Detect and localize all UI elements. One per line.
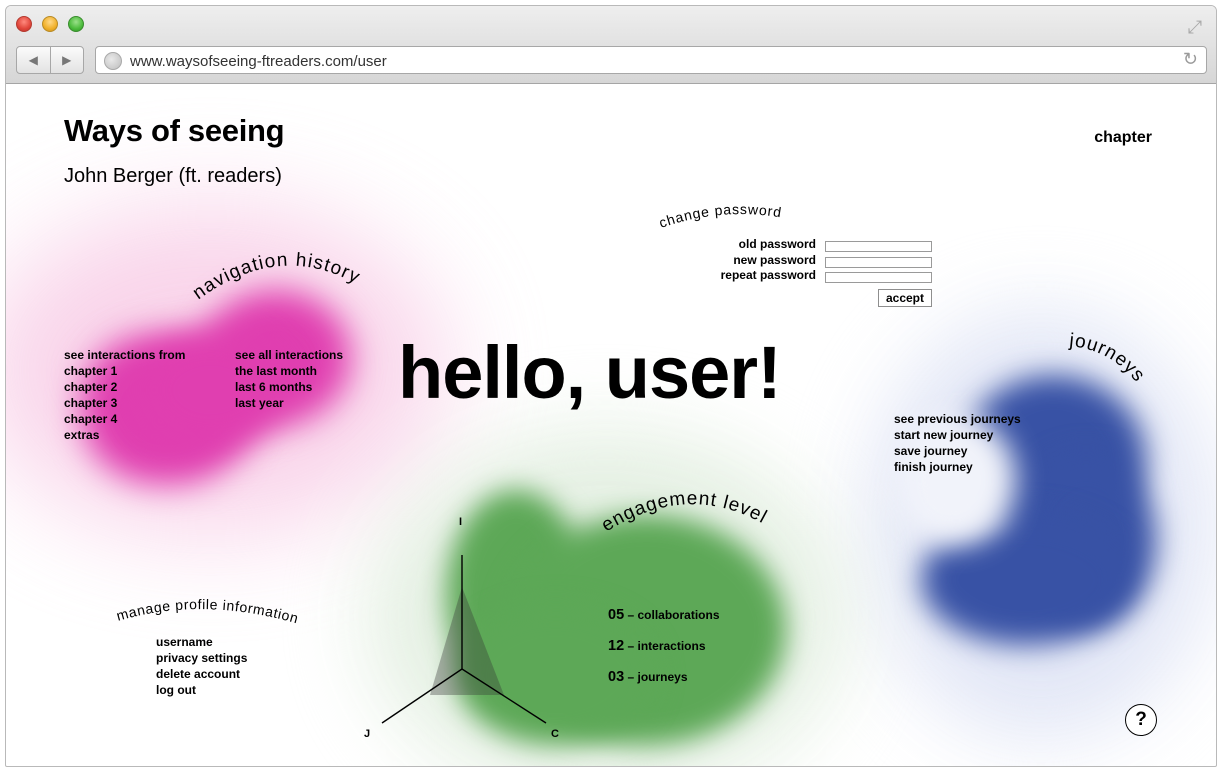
fullscreen-icon[interactable]: ⤢ (1184, 16, 1206, 38)
radar-axis-j (381, 668, 463, 724)
old-password-field[interactable] (825, 241, 932, 252)
reload-icon[interactable]: ↻ (1183, 49, 1198, 70)
navigation-periods-list: see all interactions the last month last… (235, 347, 343, 411)
chapter-2-link[interactable]: chapter 2 (64, 379, 185, 395)
all-interactions-label: see all interactions (235, 348, 344, 362)
manage-profile-list: username privacy settings delete account… (156, 634, 247, 698)
svg-text:change password: change password (657, 201, 783, 231)
last-year-link[interactable]: last year (235, 395, 343, 411)
axis-label-c: C (551, 728, 559, 740)
journeys-list: see previous journeys start new journey … (894, 411, 1021, 475)
old-password-label: old password (738, 237, 816, 251)
zoom-window-button[interactable] (68, 16, 84, 32)
password-labels: old password new password repeat passwor… (706, 237, 816, 284)
username-link[interactable]: username (156, 634, 247, 650)
repeat-password-label: repeat password (720, 268, 816, 282)
change-password-label: change password (657, 201, 782, 231)
new-password-field[interactable] (825, 256, 932, 268)
extras-link[interactable]: extras (64, 427, 185, 443)
chapter-link[interactable]: chapter (1094, 129, 1152, 147)
page-content: Ways of seeing John Berger (ft. readers)… (6, 85, 1216, 766)
forward-arrow-icon[interactable]: ▶ (49, 47, 84, 73)
content-layer: Ways of seeing John Berger (ft. readers)… (6, 85, 1216, 766)
repeat-password-field[interactable] (825, 272, 932, 283)
accept-button[interactable]: accept (878, 289, 932, 307)
chapter-4-link[interactable]: chapter 4 (64, 411, 185, 427)
help-button[interactable]: ? (1125, 704, 1157, 736)
journeys-heading: journeys (1068, 330, 1150, 386)
engagement-radar: I J C (364, 516, 559, 740)
journeys-label: journeys (1068, 330, 1149, 386)
save-journey-link[interactable]: save journey (894, 443, 1021, 459)
navigation-chapters-list: see interactions from chapter 1 chapter … (64, 347, 185, 443)
history-buttons: ◀ ▶ (16, 46, 84, 74)
start-journey-link[interactable]: start new journey (894, 427, 1021, 443)
journeys-stat: 03 – journeys (608, 669, 688, 685)
radar-axis-c (461, 668, 547, 724)
last-month-link[interactable]: the last month (235, 363, 343, 379)
navigation-history-heading: navigation history (189, 250, 364, 304)
svg-text:engagement level: engagement level (598, 488, 771, 536)
change-password-heading: change password (657, 201, 783, 231)
site-subtitle: John Berger (ft. readers) (64, 165, 282, 187)
delete-account-link[interactable]: delete account (156, 666, 247, 682)
minimize-window-button[interactable] (42, 16, 58, 32)
engagement-stats: 05 – collaborations 12 – interactions 03… (608, 600, 720, 693)
svg-text:manage profile information: manage profile information (115, 596, 301, 626)
collaborations-stat: 05 – collaborations (608, 607, 720, 623)
new-password-label: new password (733, 252, 816, 267)
globe-icon (104, 52, 122, 70)
axis-label-j: J (364, 728, 370, 740)
radar-area (430, 587, 504, 695)
axis-label-i: I (459, 516, 462, 528)
privacy-settings-link[interactable]: privacy settings (156, 650, 247, 666)
chapter-3-link[interactable]: chapter 3 (64, 395, 185, 411)
back-arrow-icon[interactable]: ◀ (17, 47, 50, 73)
engagement-level-heading: engagement level (598, 488, 771, 536)
last-6-months-link[interactable]: last 6 months (235, 379, 343, 395)
manage-profile-label: manage profile information (115, 596, 300, 626)
engagement-level-label: engagement level (598, 488, 770, 536)
close-window-button[interactable] (16, 16, 32, 32)
browser-toolbar: ⤢ ◀ ▶ www.waysofseeing-ftreaders.com/use… (6, 6, 1216, 84)
browser-window: ⤢ ◀ ▶ www.waysofseeing-ftreaders.com/use… (5, 5, 1217, 767)
interactions-from-label: see interactions from (64, 348, 186, 362)
navigation-history-label: navigation history (189, 250, 363, 304)
greeting-heading: hello, user! (398, 331, 782, 414)
password-fields (825, 241, 932, 288)
site-title[interactable]: Ways of seeing (64, 113, 285, 149)
interactions-stat: 12 – interactions (608, 638, 706, 654)
previous-journeys-link[interactable]: see previous journeys (894, 411, 1021, 427)
svg-text:journeys: journeys (1068, 330, 1150, 386)
chapter-1-link[interactable]: chapter 1 (64, 363, 185, 379)
finish-journey-link[interactable]: finish journey (894, 459, 1021, 475)
address-bar[interactable]: www.waysofseeing-ftreaders.com/user ↻ (95, 46, 1207, 74)
manage-profile-heading: manage profile information (115, 596, 301, 626)
log-out-link[interactable]: log out (156, 682, 247, 698)
svg-text:navigation history: navigation history (189, 250, 364, 304)
address-url[interactable]: www.waysofseeing-ftreaders.com/user (130, 53, 387, 70)
